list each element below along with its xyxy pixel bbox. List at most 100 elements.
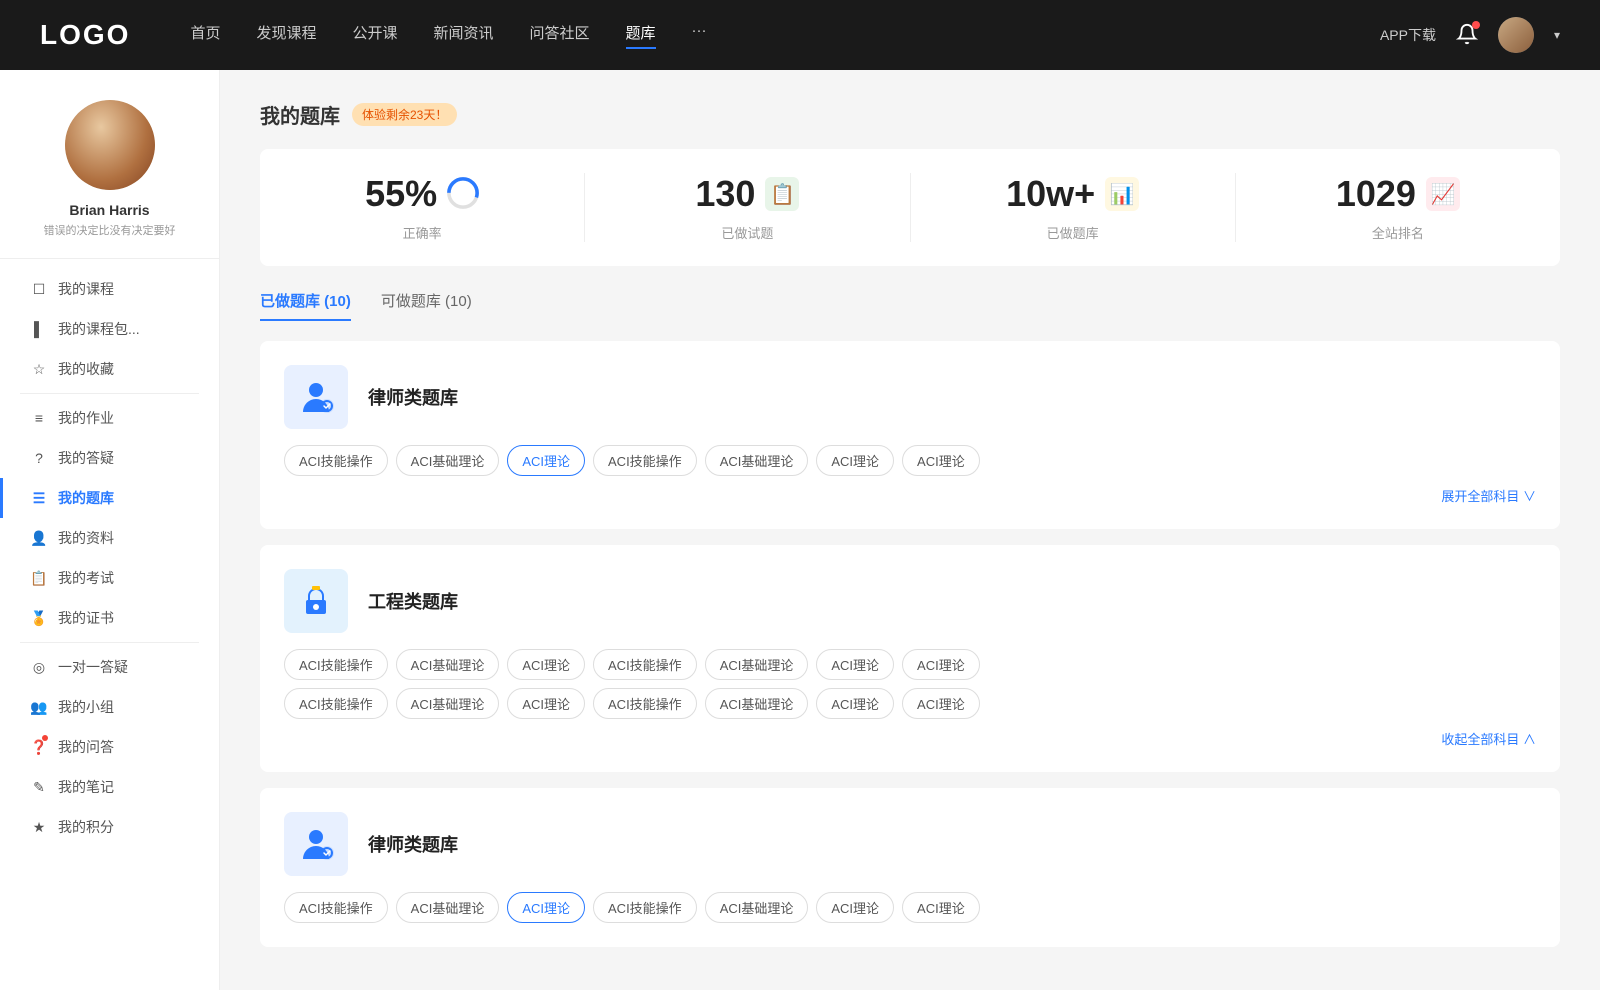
nav-menu: 首页 发现课程 公开课 新闻资讯 问答社区 题库 ··· [190, 22, 1380, 49]
user-menu-chevron[interactable]: ▾ [1554, 28, 1560, 42]
points-icon: ★ [30, 819, 48, 836]
sidebar-item-points[interactable]: ★ 我的积分 [0, 807, 219, 847]
tag-2-6[interactable]: ACI理论 [816, 649, 894, 680]
tag-3-5[interactable]: ACI基础理论 [705, 892, 809, 923]
tag-3-4[interactable]: ACI技能操作 [593, 892, 697, 923]
page-header: 我的题库 体验剩余23天！ [260, 100, 1560, 129]
tag-2-1[interactable]: ACI技能操作 [284, 649, 388, 680]
my-questions-icon: ❓ [30, 739, 48, 756]
tab-done-banks[interactable]: 已做题库 (10) [260, 290, 351, 321]
stat-questions-value: 130 [695, 173, 755, 215]
nav-open-course[interactable]: 公开课 [352, 22, 397, 49]
stat-rank-label: 全站排名 [1256, 223, 1540, 242]
tag-3-7[interactable]: ACI理论 [902, 892, 980, 923]
tag-2-10[interactable]: ACI理论 [507, 688, 585, 719]
tag-1-1[interactable]: ACI技能操作 [284, 445, 388, 476]
sidebar-item-notes[interactable]: ✎ 我的笔记 [0, 767, 219, 807]
group-icon: 👥 [30, 699, 48, 716]
qbank-tags-3: ACI技能操作 ACI基础理论 ACI理论 ACI技能操作 ACI基础理论 AC… [284, 892, 1536, 923]
tag-1-2[interactable]: ACI基础理论 [396, 445, 500, 476]
avatar-image [65, 100, 155, 190]
nav-discover[interactable]: 发现课程 [256, 22, 316, 49]
sidebar-item-course-packages[interactable]: ▌ 我的课程包... [0, 309, 219, 349]
tag-1-7[interactable]: ACI理论 [902, 445, 980, 476]
tag-2-3[interactable]: ACI理论 [507, 649, 585, 680]
one-on-one-icon: ◎ [30, 659, 48, 676]
tag-2-8[interactable]: ACI技能操作 [284, 688, 388, 719]
tag-3-3[interactable]: ACI理论 [507, 892, 585, 923]
sidebar-label-profile: 我的资料 [58, 528, 114, 548]
sidebar-item-favorites[interactable]: ☆ 我的收藏 [0, 349, 219, 389]
sidebar-item-group[interactable]: 👥 我的小组 [0, 687, 219, 727]
sidebar-label-qa: 我的答疑 [58, 448, 114, 468]
sidebar-item-exam[interactable]: 📋 我的考试 [0, 558, 219, 598]
tabs-row: 已做题库 (10) 可做题库 (10) [260, 290, 1560, 321]
sidebar-label-course-packages: 我的课程包... [58, 319, 140, 339]
profile-icon: 👤 [30, 530, 48, 547]
tag-2-5[interactable]: ACI基础理论 [705, 649, 809, 680]
collapse-link-2[interactable]: 收起全部科目 ∧ [1441, 732, 1536, 747]
qbank-title-1: 律师类题库 [368, 384, 458, 410]
tag-1-5[interactable]: ACI基础理论 [705, 445, 809, 476]
exam-icon: 📋 [30, 570, 48, 587]
divider-2 [20, 642, 199, 643]
trial-badge: 体验剩余23天！ [352, 103, 457, 126]
qbank-icon-lawyer-3 [284, 812, 348, 876]
qa-icon: ? [30, 450, 48, 466]
qbank-icon-lawyer-1 [284, 365, 348, 429]
logo[interactable]: LOGO [40, 19, 130, 51]
sidebar-item-qa[interactable]: ? 我的答疑 [0, 438, 219, 478]
nav-question-bank[interactable]: 题库 [626, 22, 656, 49]
tag-3-2[interactable]: ACI基础理论 [396, 892, 500, 923]
qbank-title-2: 工程类题库 [368, 588, 458, 614]
tag-1-4[interactable]: ACI技能操作 [593, 445, 697, 476]
qbank-footer-2: 收起全部科目 ∧ [284, 729, 1536, 748]
stat-questions-top: 130 📋 [605, 173, 889, 215]
navbar: LOGO 首页 发现课程 公开课 新闻资讯 问答社区 题库 ··· APP下载 … [0, 0, 1600, 70]
tag-2-9[interactable]: ACI基础理论 [396, 688, 500, 719]
chart-icon: 📈 [1426, 177, 1460, 211]
tag-2-2[interactable]: ACI基础理论 [396, 649, 500, 680]
tab-available-banks[interactable]: 可做题库 (10) [381, 290, 472, 321]
notification-bell[interactable] [1456, 23, 1478, 48]
nav-more[interactable]: ··· [692, 22, 707, 49]
tag-3-6[interactable]: ACI理论 [816, 892, 894, 923]
sidebar-label-favorites: 我的收藏 [58, 359, 114, 379]
navbar-right: APP下载 ▾ [1380, 17, 1560, 53]
sidebar-label-certificate: 我的证书 [58, 608, 114, 628]
nav-home[interactable]: 首页 [190, 22, 220, 49]
stat-rank-value: 1029 [1336, 173, 1416, 215]
certificate-icon: 🏅 [30, 610, 48, 627]
sidebar-item-my-questions[interactable]: ❓ 我的问答 [0, 727, 219, 767]
stat-banks-value: 10w+ [1006, 173, 1095, 215]
user-motto: 错误的决定比没有决定要好 [0, 222, 219, 238]
tag-2-11[interactable]: ACI技能操作 [593, 688, 697, 719]
tag-2-12[interactable]: ACI基础理论 [705, 688, 809, 719]
nav-news[interactable]: 新闻资讯 [434, 22, 494, 49]
expand-link-1[interactable]: 展开全部科目 ∨ [1441, 489, 1536, 504]
sidebar-item-profile[interactable]: 👤 我的资料 [0, 518, 219, 558]
doc-icon: 📋 [765, 177, 799, 211]
stat-questions-label: 已做试题 [605, 223, 889, 242]
tag-2-13[interactable]: ACI理论 [816, 688, 894, 719]
app-download-link[interactable]: APP下载 [1380, 25, 1436, 45]
tag-2-4[interactable]: ACI技能操作 [593, 649, 697, 680]
sidebar-item-one-on-one[interactable]: ◎ 一对一答疑 [0, 647, 219, 687]
tag-1-6[interactable]: ACI理论 [816, 445, 894, 476]
user-avatar[interactable] [1498, 17, 1534, 53]
tag-2-7[interactable]: ACI理论 [902, 649, 980, 680]
qbank-header-2: 工程类题库 [284, 569, 1536, 633]
sidebar-item-certificate[interactable]: 🏅 我的证书 [0, 598, 219, 638]
tag-1-3[interactable]: ACI理论 [507, 445, 585, 476]
pie-chart-icon [447, 177, 479, 212]
qbank-footer-1: 展开全部科目 ∨ [284, 486, 1536, 505]
qbank-header-3: 律师类题库 [284, 812, 1536, 876]
nav-qa[interactable]: 问答社区 [530, 22, 590, 49]
sidebar-item-homework[interactable]: ≡ 我的作业 [0, 398, 219, 438]
stat-accuracy-label: 正确率 [280, 223, 564, 242]
tag-2-14[interactable]: ACI理论 [902, 688, 980, 719]
tag-3-1[interactable]: ACI技能操作 [284, 892, 388, 923]
homework-icon: ≡ [30, 410, 48, 426]
sidebar-item-question-bank[interactable]: ☰ 我的题库 [0, 478, 219, 518]
sidebar-item-my-courses[interactable]: ☐ 我的课程 [0, 269, 219, 309]
